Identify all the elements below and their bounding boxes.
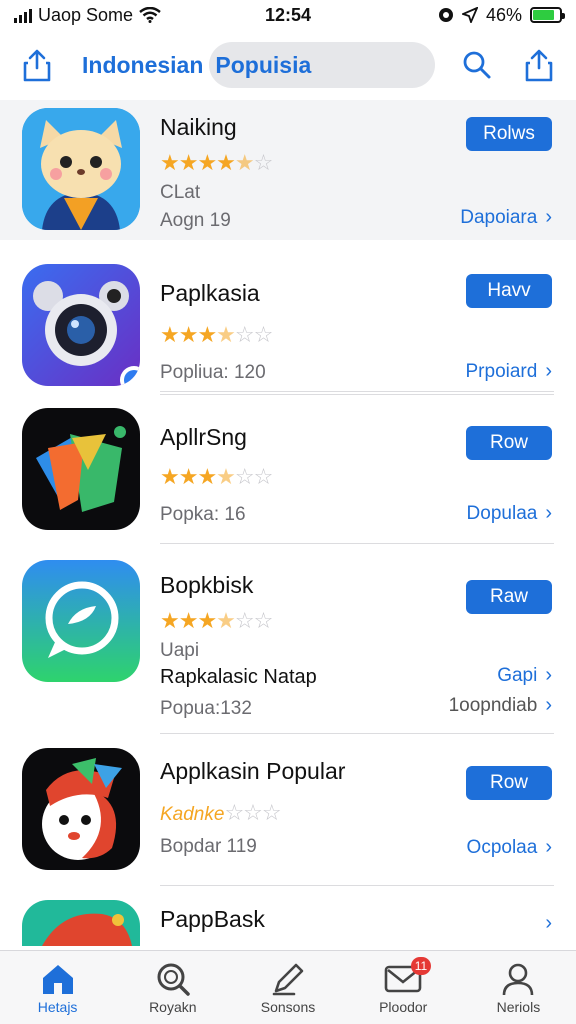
search-icon[interactable]	[460, 48, 494, 82]
battery-icon	[530, 7, 565, 23]
chevron-right-icon: ›	[545, 360, 552, 382]
tab-search[interactable]: Royakn	[115, 951, 230, 1024]
notification-badge: 11	[410, 957, 432, 975]
search-field-text: Popuisia	[215, 51, 312, 78]
tab-label: Neriols	[496, 999, 541, 1015]
header: Indonesian Popuisia	[0, 34, 576, 96]
rating-text: Kadnke	[160, 804, 225, 825]
list-item[interactable]: Naiking ★★★★★☆ CLat Aogn 19 Rolws Dapoia…	[0, 100, 576, 240]
header-title: Indonesian	[82, 51, 204, 78]
details-link-label: Gapi	[497, 664, 538, 686]
app-icon-cartoon-cat[interactable]	[22, 108, 140, 230]
details-link[interactable]: Dapoiara ›	[460, 206, 552, 229]
star-rating: ★★★★☆☆	[160, 464, 273, 489]
mail-icon: 11	[383, 957, 432, 999]
tab-mail[interactable]: 11 Ploodor	[346, 951, 461, 1024]
app-meta: Rapkalasic Natap	[160, 666, 317, 688]
details-link[interactable]: ›	[545, 912, 552, 935]
details-link[interactable]: Dopulaa ›	[467, 502, 552, 525]
chevron-right-icon: ›	[545, 694, 552, 716]
carrier-label: Uaop Some	[38, 4, 134, 25]
details-link-secondary[interactable]: 1oopndiab ›	[449, 694, 552, 717]
app-meta: Bopdar 119	[160, 836, 257, 857]
app-name: PappBask	[160, 906, 265, 932]
app-list: Naiking ★★★★★☆ CLat Aogn 19 Rolws Dapoia…	[0, 100, 576, 946]
home-icon	[38, 959, 78, 999]
details-link[interactable]: Prpoiard ›	[466, 360, 553, 383]
location-icon	[461, 7, 478, 23]
list-item[interactable]: PappBask ›	[0, 886, 576, 946]
search-icon	[153, 959, 193, 999]
star-rating: ★★★★☆☆	[160, 608, 273, 633]
app-icon-chat-bubble[interactable]	[22, 560, 140, 682]
star-rating: ★★★★★☆	[160, 150, 273, 175]
app-name: Naiking	[160, 114, 237, 140]
app-meta: CLat	[160, 182, 201, 203]
chevron-right-icon: ›	[545, 836, 552, 858]
details-link-label: 1oopndiab	[448, 694, 538, 716]
star-rating: Kadnke☆☆☆	[160, 800, 282, 825]
get-button[interactable]: Row	[466, 766, 552, 800]
details-link-label: Dopulaa	[466, 502, 538, 524]
app-name: Bopkbisk	[160, 572, 254, 598]
app-icon-camera[interactable]	[22, 264, 140, 386]
list-item[interactable]: ApllrSng ★★★★☆☆ Popka: 16 Row Dopulaa ›	[0, 392, 576, 544]
tab-profile[interactable]: Neriols	[461, 951, 576, 1024]
app-icon-cartoon-face[interactable]	[22, 748, 140, 870]
person-icon	[498, 959, 538, 999]
tab-label: Sonsons	[260, 999, 316, 1015]
share-icon-right[interactable]	[522, 48, 556, 82]
tab-home[interactable]: Hetajs	[0, 951, 115, 1024]
app-icon-partial[interactable]	[22, 900, 140, 946]
edit-icon	[268, 959, 308, 999]
app-name: ApllrSng	[160, 424, 247, 450]
details-link[interactable]: Gapi ›	[497, 664, 552, 687]
tab-bar: Hetajs Royakn Sonsons 11 Ploodor Neriols	[0, 950, 576, 1024]
details-link-label: Ocpolaa	[466, 836, 538, 858]
list-item[interactable]: Bopkbisk ★★★★☆☆ Uapi Rapkalasic Natap Po…	[0, 544, 576, 734]
search-field[interactable]: Popuisia	[209, 42, 436, 88]
tab-label: Ploodor	[379, 999, 428, 1015]
share-icon[interactable]	[20, 48, 54, 82]
details-link-label: Prpoiard	[465, 360, 538, 382]
get-button[interactable]: Raw	[466, 580, 552, 614]
tab-label: Hetajs	[37, 999, 78, 1015]
app-name: Paplkasia	[160, 280, 260, 306]
get-button[interactable]: Rolws	[466, 117, 552, 151]
star-rating: ★★★★☆☆	[160, 322, 273, 347]
status-bar: Uaop Some 12:54 46%	[0, 0, 576, 30]
details-link[interactable]: Ocpolaa ›	[467, 836, 552, 859]
get-button[interactable]: Row	[466, 426, 552, 460]
app-icon-colorful-shapes[interactable]	[22, 408, 140, 530]
wifi-icon	[139, 7, 161, 23]
app-meta: Popliua: 120	[160, 362, 266, 383]
chevron-right-icon: ›	[545, 206, 552, 228]
battery-percent: 46%	[485, 4, 522, 25]
app-meta: Uapi	[160, 640, 200, 661]
chevron-right-icon: ›	[545, 664, 552, 686]
signal-icon	[14, 7, 32, 23]
chevron-right-icon: ›	[545, 502, 552, 524]
app-meta: Popka: 16	[160, 504, 246, 525]
details-link-label: Dapoiara	[460, 206, 538, 228]
get-button[interactable]: Havv	[466, 274, 552, 308]
app-meta: Aogn 19	[160, 210, 231, 231]
tab-label: Royakn	[149, 999, 197, 1015]
app-meta: Popua:132	[160, 698, 252, 719]
lock-rotation-icon	[438, 8, 453, 22]
chevron-right-icon: ›	[545, 912, 552, 934]
list-item[interactable]: Applkasin Popular Kadnke☆☆☆ Bopdar 119 R…	[0, 734, 576, 886]
app-name: Applkasin Popular	[160, 758, 346, 784]
list-item[interactable]: Paplkasia ★★★★☆☆ Popliua: 120 Havv Prpoi…	[0, 240, 576, 395]
tab-edit[interactable]: Sonsons	[230, 951, 345, 1024]
